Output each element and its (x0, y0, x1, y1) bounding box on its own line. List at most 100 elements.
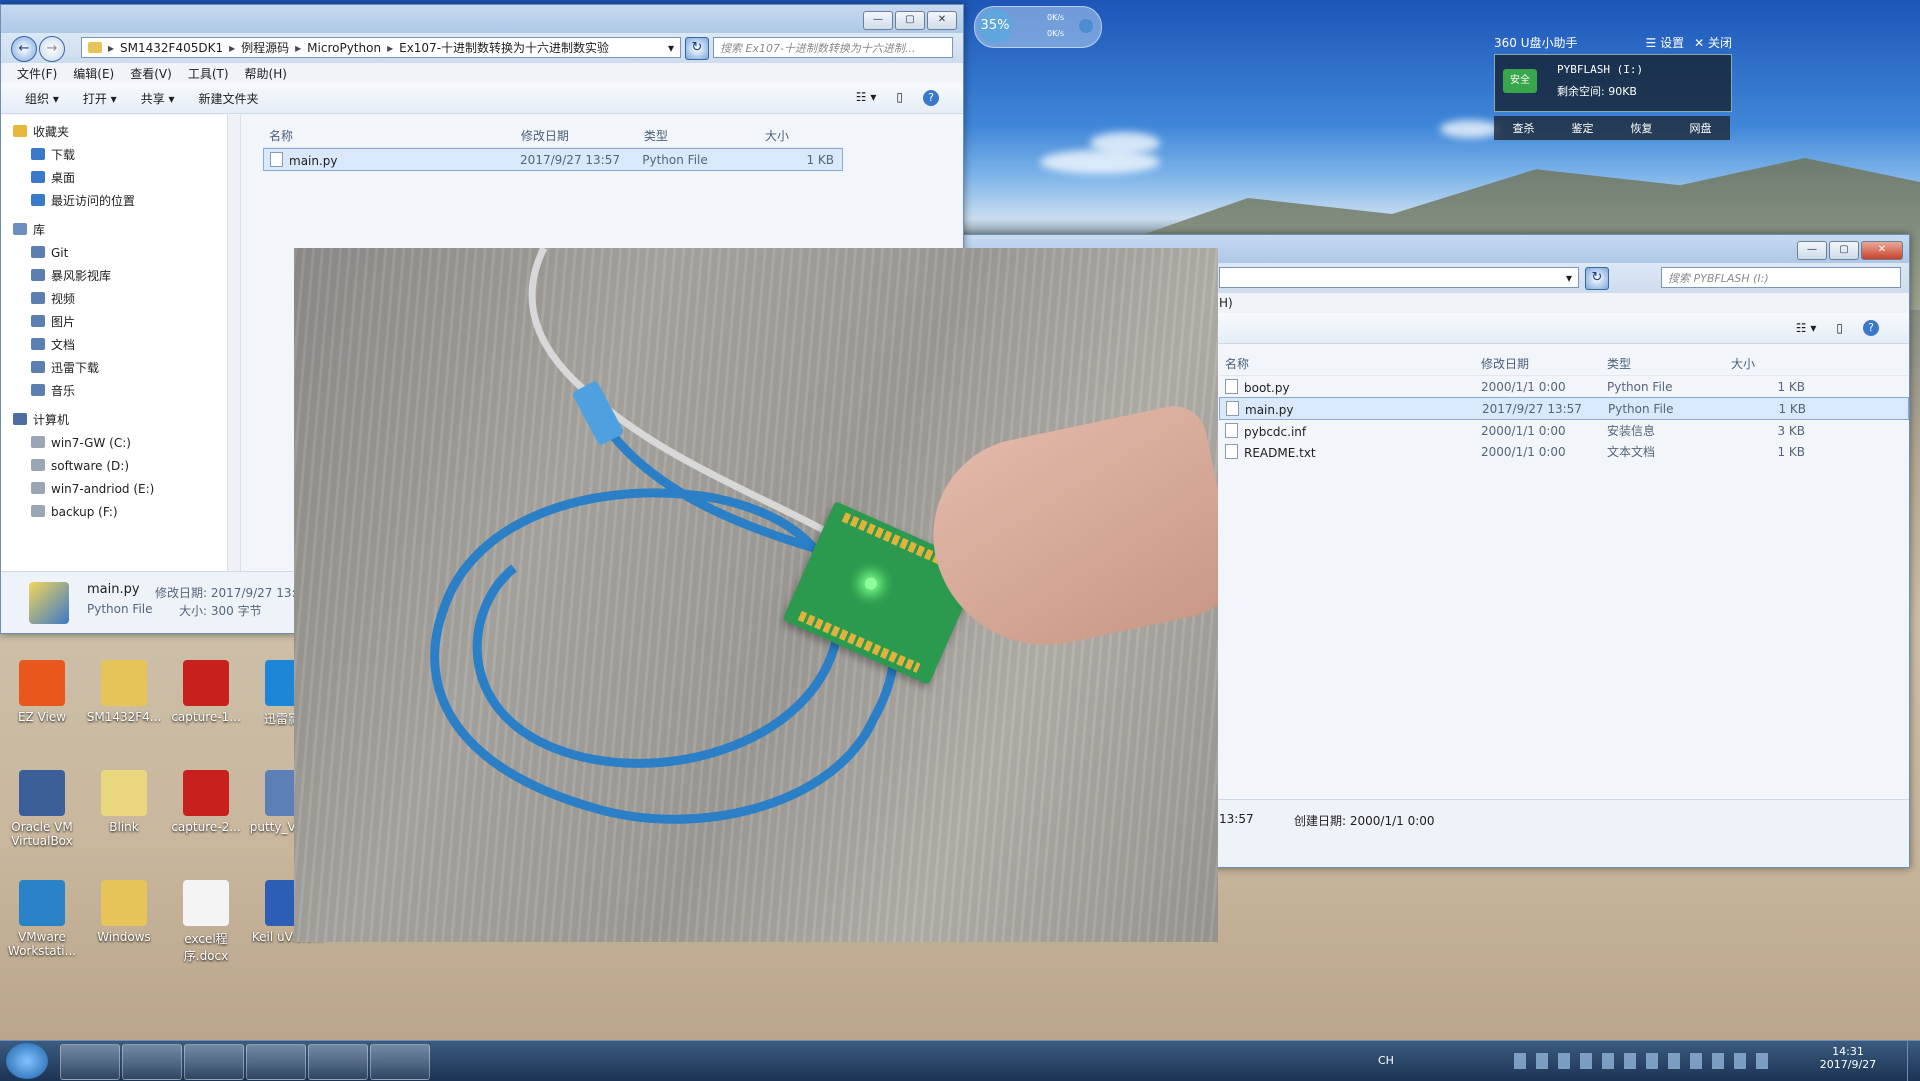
desktop-icon[interactable]: Blink (84, 770, 164, 834)
nav-item[interactable]: win7-GW (C:) (13, 432, 240, 455)
network-speed-widget[interactable]: 35% 0K/s 0K/s (974, 6, 1102, 48)
taskbar-powerpoint-icon[interactable] (184, 1044, 244, 1080)
nav-item[interactable]: software (D:) (13, 455, 240, 478)
nav-item[interactable]: 音乐 (13, 380, 240, 403)
minimize-button[interactable]: — (1797, 241, 1827, 260)
chevron-down-icon[interactable]: ▾ (1566, 271, 1572, 285)
column-header[interactable]: 修改日期 (1475, 355, 1601, 372)
nav-item[interactable]: 视频 (13, 288, 240, 311)
toolbar-button[interactable]: 组织 ▾ (25, 90, 59, 107)
breadcrumb-item[interactable]: 例程源码 (241, 39, 289, 56)
preview-pane-icon[interactable]: ▯ (1836, 321, 1843, 335)
refresh-icon[interactable]: ↻ (685, 37, 709, 60)
preview-pane-icon[interactable]: ▯ (896, 90, 903, 106)
usb-settings-button[interactable]: ☰ 设置 (1646, 34, 1685, 51)
nav-scrollbar[interactable] (227, 115, 240, 571)
close-button[interactable]: ✕ (927, 11, 957, 30)
close-button[interactable]: ✕ (1861, 241, 1903, 260)
usb-action-cloud[interactable]: 网盘 (1690, 120, 1712, 136)
desktop-icon[interactable]: EZ View (2, 660, 82, 724)
breadcrumb-separator-icon[interactable]: ▸ (108, 41, 114, 55)
column-header[interactable]: 修改日期 (515, 127, 638, 144)
back-button[interactable]: ← (11, 36, 37, 62)
menu-item[interactable]: 帮助(H) (245, 65, 287, 82)
taskbar-explorer-icon[interactable] (122, 1044, 182, 1080)
clock[interactable]: 14:31 2017/9/27 (1818, 1045, 1878, 1071)
usb-action-verify[interactable]: 鉴定 (1572, 120, 1594, 136)
maximize-button[interactable]: ▢ (895, 11, 925, 30)
menu-item[interactable]: 工具(T) (188, 65, 229, 82)
show-desktop-button[interactable] (1907, 1041, 1920, 1081)
column-header[interactable]: 名称 (1219, 355, 1475, 372)
view-options-icon[interactable]: ☷ ▾ (1796, 321, 1817, 335)
taskbar-vscode-icon[interactable] (308, 1044, 368, 1080)
file-row[interactable]: README.txt 2000/1/1 0:00 文本文档 1 KB (1219, 441, 1909, 462)
usb-action-scan[interactable]: 查杀 (1513, 120, 1535, 136)
nav-header[interactable]: 计算机 (13, 409, 240, 432)
address-bar[interactable]: ▾ (1219, 267, 1579, 288)
view-options-icon[interactable]: ☷ ▾ (856, 90, 877, 106)
file-row[interactable]: pybcdc.inf 2000/1/1 0:00 安装信息 3 KB (1219, 420, 1909, 441)
menu-item[interactable]: 查看(V) (130, 65, 172, 82)
breadcrumb-separator-icon[interactable]: ▸ (387, 41, 393, 55)
search-input[interactable]: 搜索 PYBFLASH (I:) (1661, 267, 1901, 288)
forward-button[interactable]: → (39, 36, 65, 62)
usb-action-restore[interactable]: 恢复 (1631, 120, 1653, 136)
desktop-icon[interactable]: Oracle VM VirtualBox (2, 770, 82, 848)
breadcrumb-item[interactable]: MicroPython (307, 41, 381, 55)
minimize-button[interactable]: — (863, 11, 893, 30)
taskbar-camera-icon[interactable] (246, 1044, 306, 1080)
desktop-icon[interactable]: capture-2... (166, 770, 246, 834)
nav-item[interactable]: Git (13, 242, 240, 265)
nav-header[interactable]: 收藏夹 (13, 121, 240, 144)
toolbar-button[interactable]: 打开 ▾ (83, 90, 117, 107)
chevron-down-icon[interactable]: ▾ (668, 41, 674, 55)
search-input[interactable]: 搜索 Ex107-十进制数转换为十六进制... (713, 37, 953, 58)
menu-item[interactable]: 文件(F) (17, 65, 57, 82)
nav-item[interactable]: 迅雷下载 (13, 357, 240, 380)
column-header[interactable]: 大小 (1725, 355, 1811, 372)
toolbar-button[interactable]: 共享 ▾ (141, 90, 175, 107)
nav-item[interactable]: 图片 (13, 311, 240, 334)
desktop-icon[interactable]: Windows (84, 880, 164, 944)
input-language[interactable]: CH (1378, 1054, 1394, 1067)
breadcrumb-separator-icon[interactable]: ▸ (229, 41, 235, 55)
menu-item[interactable]: 编辑(E) (73, 65, 114, 82)
file-row[interactable]: main.py 2017/9/27 13:57 Python File 1 KB (1219, 397, 1909, 420)
breadcrumb-item[interactable]: SM1432F405DK1 (120, 41, 223, 55)
nav-item[interactable]: win7-andriod (E:) (13, 478, 240, 501)
usb-close-button[interactable]: ✕ 关闭 (1694, 34, 1732, 51)
nav-item[interactable]: 下载 (13, 144, 240, 167)
column-header[interactable]: 名称 (263, 127, 515, 144)
nav-header[interactable]: 库 (13, 219, 240, 242)
column-header[interactable]: 类型 (638, 127, 759, 144)
nav-item[interactable]: backup (F:) (13, 501, 240, 524)
help-icon[interactable]: ? (923, 90, 939, 106)
tray-icons[interactable] (1514, 1053, 1774, 1069)
file-row[interactable]: main.py 2017/9/27 13:57 Python File 1 KB (263, 148, 843, 171)
taskbar-ie-icon[interactable] (60, 1044, 120, 1080)
file-row[interactable]: boot.py 2000/1/1 0:00 Python File 1 KB (1219, 376, 1909, 397)
menu-help-tail[interactable]: H) (1219, 296, 1233, 310)
taskbar-capture-icon[interactable] (370, 1044, 430, 1080)
desktop-icon[interactable]: VMware Workstati... (2, 880, 82, 958)
column-header[interactable]: 大小 (759, 127, 843, 144)
breadcrumb-item[interactable]: Ex107-十进制数转换为十六进制数实验 (399, 39, 609, 56)
start-button[interactable] (6, 1043, 48, 1079)
nav-item[interactable]: 暴风影视库 (13, 265, 240, 288)
desktop-icon[interactable]: capture-1... (166, 660, 246, 724)
nav-item[interactable]: 桌面 (13, 167, 240, 190)
maximize-button[interactable]: ▢ (1829, 241, 1859, 260)
help-icon[interactable]: ? (1863, 320, 1879, 336)
refresh-icon[interactable]: ↻ (1585, 267, 1609, 290)
desktop-icon[interactable]: excel程序.docx (166, 880, 246, 964)
breadcrumb[interactable]: ▸ SM1432F405DK1 ▸ 例程源码 ▸ MicroPython ▸ Ex107-十进… (81, 37, 681, 58)
toolbar-button[interactable]: 新建文件夹 (199, 90, 259, 107)
nav-item[interactable]: 最近访问的位置 (13, 190, 240, 213)
column-header[interactable]: 类型 (1601, 355, 1725, 372)
title-bar[interactable]: — ▢ ✕ (1, 5, 963, 33)
breadcrumb-separator-icon[interactable]: ▸ (295, 41, 301, 55)
desktop-icon[interactable]: SM1432F4... (84, 660, 164, 724)
nav-item[interactable]: 文档 (13, 334, 240, 357)
usb-drive-card[interactable]: 安全 PYBFLASH (I:) 剩余空间: 90KB (1494, 54, 1732, 112)
